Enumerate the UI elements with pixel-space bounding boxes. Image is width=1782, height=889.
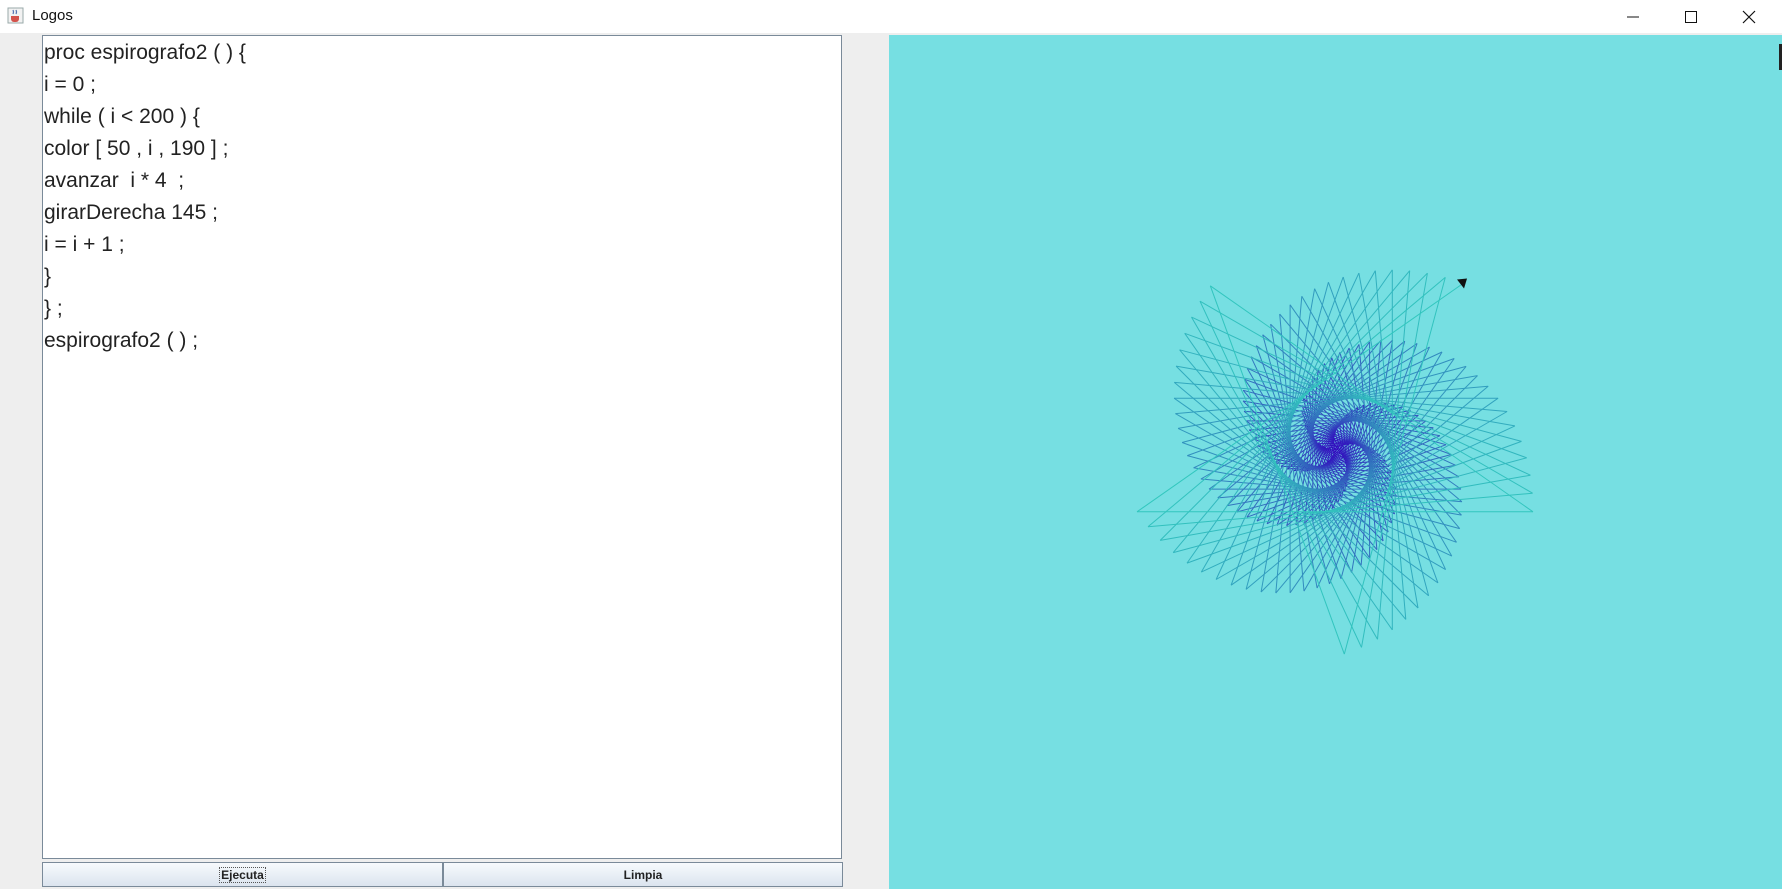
minimize-button[interactable] [1604,0,1662,33]
code-line: } ; [44,297,63,320]
code-editor[interactable]: proc espirografo2 ( ) { i = 0 ; while ( … [42,35,842,859]
spirograph-segment [1262,334,1463,503]
java-cup-icon [7,7,24,24]
code-line: proc espirografo2 ( ) { [44,41,246,64]
code-line: girarDerecha 145 ; [44,201,218,224]
window-title: Logos [32,7,73,24]
code-line: i = 0 ; [44,73,96,96]
close-button[interactable] [1720,0,1778,33]
code-line: color [ 50 , i , 190 ] ; [44,137,229,160]
maximize-icon [1685,10,1697,23]
spirograph-segment [1199,300,1533,494]
spirograph-drawing [1136,269,1534,655]
close-icon [1742,10,1756,23]
title-bar: Logos [0,0,1782,33]
code-line: i = i + 1 ; [44,233,125,256]
minimize-icon [1627,16,1639,17]
code-line: avanzar i * 4 ; [44,169,185,192]
code-line: espirografo2 ( ) ; [44,329,199,352]
maximize-button[interactable] [1662,0,1720,33]
clear-button[interactable]: Limpia [443,862,843,887]
spirograph-segment [1230,397,1499,586]
clear-button-label: Limpia [623,867,663,882]
run-button-label: Ejecuta [219,866,266,883]
run-button[interactable]: Ejecuta [42,862,443,887]
drawing-canvas [889,35,1782,889]
code-line: } [44,265,52,288]
code-line: while ( i < 200 ) { [44,105,200,128]
